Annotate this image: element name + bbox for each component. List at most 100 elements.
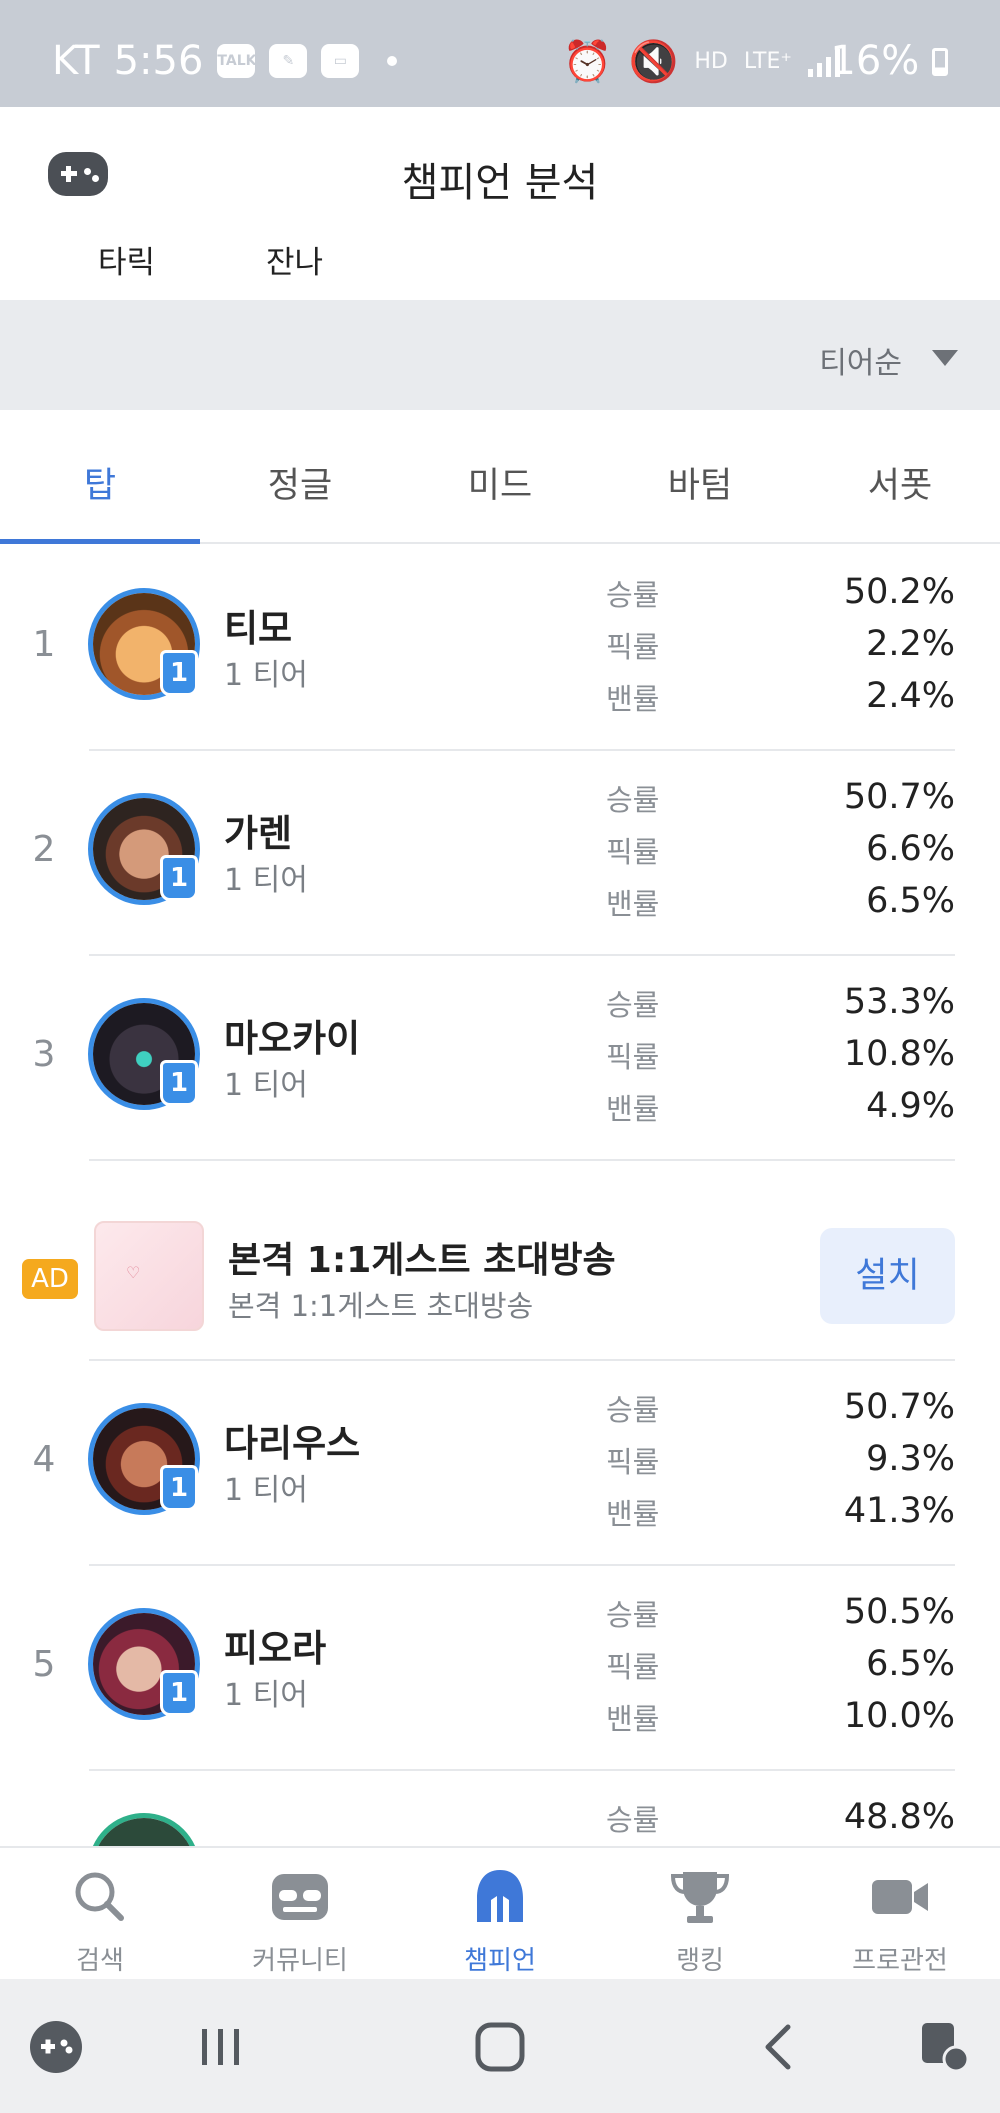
status-time: 5:56 (113, 38, 204, 84)
touch-protection-icon[interactable] (918, 2019, 974, 2075)
pick-rate-value: 6.5% (866, 1644, 955, 1684)
champion-tier: 1 티어 (224, 1678, 308, 1713)
nav-search[interactable]: 검색 (0, 1848, 200, 1979)
ad-banner[interactable]: AD ♡ 본격 1:1게스트 초대방송 본격 1:1게스트 초대방송 설치 (0, 1161, 1000, 1361)
ban-rate-value: 41.3% (843, 1491, 955, 1531)
notification-dot-icon (387, 56, 398, 66)
pick-rate-value: 2.2% (866, 624, 955, 664)
win-rate-label: 승률 (606, 988, 660, 1022)
tab-jungle[interactable]: 정글 (200, 410, 400, 542)
game-launcher-icon[interactable] (28, 2019, 84, 2075)
win-rate-value: 50.5% (843, 1592, 955, 1632)
ban-rate-value: 6.5% (866, 881, 955, 921)
rank-number: 4 (32, 1439, 56, 1480)
battery-percent: 16% (830, 38, 920, 84)
champion-name: 다리우스 (224, 1422, 361, 1465)
carrier-label: KT (52, 38, 100, 84)
nav-label: 커뮤니티 (252, 1946, 348, 1976)
system-navigation-bar (0, 1979, 1000, 2113)
tab-mid[interactable]: 미드 (400, 410, 600, 542)
tier-badge: 1 (160, 855, 198, 901)
sort-bar: 티어순 (0, 300, 1000, 410)
win-rate-value: 50.7% (843, 777, 955, 817)
alarm-icon: ⏰ (562, 39, 613, 85)
status-bar: KT 5:56 TALK ✎ ▭ ⏰ 🔇 HD LTE⁺ 16% (0, 0, 1000, 107)
ad-subtitle: 본격 1:1게스트 초대방송 (228, 1289, 534, 1323)
champion-list: 1 1 티모 1 티어 승률 픽률 밴률 50.2% 2.2% 2.4% 2 1… (0, 546, 1000, 1846)
battery-indicator: 16% (830, 38, 948, 84)
win-rate-label: 승률 (606, 783, 660, 817)
champion-row[interactable]: 1 1 티모 1 티어 승률 픽률 밴률 50.2% 2.2% 2.4% (0, 546, 1000, 751)
win-rate-value: 50.7% (843, 1387, 955, 1427)
install-button[interactable]: 설치 (820, 1228, 955, 1324)
recent-champion-taric[interactable]: 타릭 (98, 237, 155, 282)
tier-badge: 1 (160, 1060, 198, 1106)
trophy-icon (670, 1872, 730, 1923)
nav-pro-watch[interactable]: 프로관전 (800, 1848, 1000, 1979)
network-type: LTE⁺ (743, 49, 792, 74)
search-icon (75, 1872, 124, 1921)
page-title: 챔피언 분석 (401, 160, 599, 206)
sort-dropdown[interactable]: 티어순 (819, 338, 902, 382)
nav-community[interactable]: 커뮤니티 (200, 1848, 400, 1979)
win-rate-value: 53.3% (843, 982, 955, 1022)
ad-title: 본격 1:1게스트 초대방송 (228, 1240, 616, 1281)
pick-rate-label: 픽률 (606, 1650, 660, 1684)
champion-tier: 1 티어 (224, 1473, 308, 1508)
win-rate-value: 50.2% (843, 572, 955, 612)
status-left: KT 5:56 TALK ✎ ▭ (52, 38, 398, 84)
recent-champion-janna[interactable]: 잔나 (266, 237, 323, 282)
app-header: 챔피언 분석 타릭 잔나 (0, 107, 1000, 300)
ban-rate-value: 4.9% (866, 1086, 955, 1126)
win-rate-label: 승률 (606, 1393, 660, 1427)
pick-rate-value: 10.8% (843, 1034, 955, 1074)
tab-support[interactable]: 서폿 (800, 410, 1000, 542)
pick-rate-label: 픽률 (606, 1445, 660, 1479)
champion-tier: 1 티어 (224, 863, 308, 898)
champion-row[interactable]: 3 1 마오카이 1 티어 승률 픽률 밴률 53.3% 10.8% 4.9% (0, 956, 1000, 1161)
ban-rate-label: 밴률 (606, 682, 660, 716)
champion-row[interactable]: 4 1 다리우스 1 티어 승률 픽률 밴률 50.7% 9.3% 41.3% (0, 1361, 1000, 1566)
win-rate-value: 48.8% (843, 1797, 955, 1837)
status-right: ⏰ 🔇 HD LTE⁺ (563, 38, 840, 85)
champion-row[interactable]: 5 1 피오라 1 티어 승률 픽률 밴률 50.5% 6.5% 10.0% (0, 1566, 1000, 1771)
tab-bottom[interactable]: 바텀 (600, 410, 800, 542)
hd-icon: HD (694, 49, 728, 74)
battery-icon (932, 48, 948, 76)
champion-name: 피오라 (224, 1627, 327, 1670)
mute-icon: 🔇 (628, 39, 679, 85)
rank-number: 1 (32, 624, 56, 665)
champion-row[interactable]: 승률 48.8% (0, 1771, 1000, 1846)
pick-rate-value: 6.6% (866, 829, 955, 869)
bottom-navigation: 검색 커뮤니티 챔피언 랭킹 프로관전 (0, 1846, 1000, 1979)
community-icon (272, 1874, 328, 1920)
recent-apps-icon[interactable] (198, 2019, 244, 2075)
position-tabs: 탑 정글 미드 바텀 서폿 (0, 410, 1000, 544)
ban-rate-label: 밴률 (606, 887, 660, 921)
champion-tier: 1 티어 (224, 1068, 308, 1103)
ban-rate-label: 밴률 (606, 1497, 660, 1531)
nav-champion[interactable]: 챔피언 (400, 1848, 600, 1979)
win-rate-label: 승률 (606, 1803, 660, 1837)
nav-ranking[interactable]: 랭킹 (600, 1848, 800, 1979)
ban-rate-label: 밴률 (606, 1092, 660, 1126)
tab-top[interactable]: 탑 (0, 410, 200, 544)
pick-rate-label: 픽률 (606, 835, 660, 869)
caret-down-icon[interactable] (932, 350, 958, 366)
talk-icon: TALK (217, 44, 256, 78)
champion-row[interactable]: 2 1 가렌 1 티어 승률 픽률 밴률 50.7% 6.6% 6.5% (0, 751, 1000, 956)
home-icon[interactable] (472, 2019, 528, 2075)
pick-rate-label: 픽률 (606, 630, 660, 664)
champion-tier: 1 티어 (224, 658, 308, 693)
tier-badge: 1 (160, 650, 198, 696)
rank-number: 5 (32, 1644, 56, 1685)
nav-label: 챔피언 (464, 1946, 536, 1976)
pen-icon: ✎ (269, 44, 308, 78)
tier-badge: 1 (160, 1465, 198, 1511)
win-rate-label: 승률 (606, 1598, 660, 1632)
ad-thumbnail: ♡ (94, 1221, 204, 1331)
tier-badge: 1 (160, 1670, 198, 1716)
back-icon[interactable] (756, 2019, 802, 2075)
ban-rate-label: 밴률 (606, 1702, 660, 1736)
nav-label: 검색 (76, 1946, 124, 1976)
